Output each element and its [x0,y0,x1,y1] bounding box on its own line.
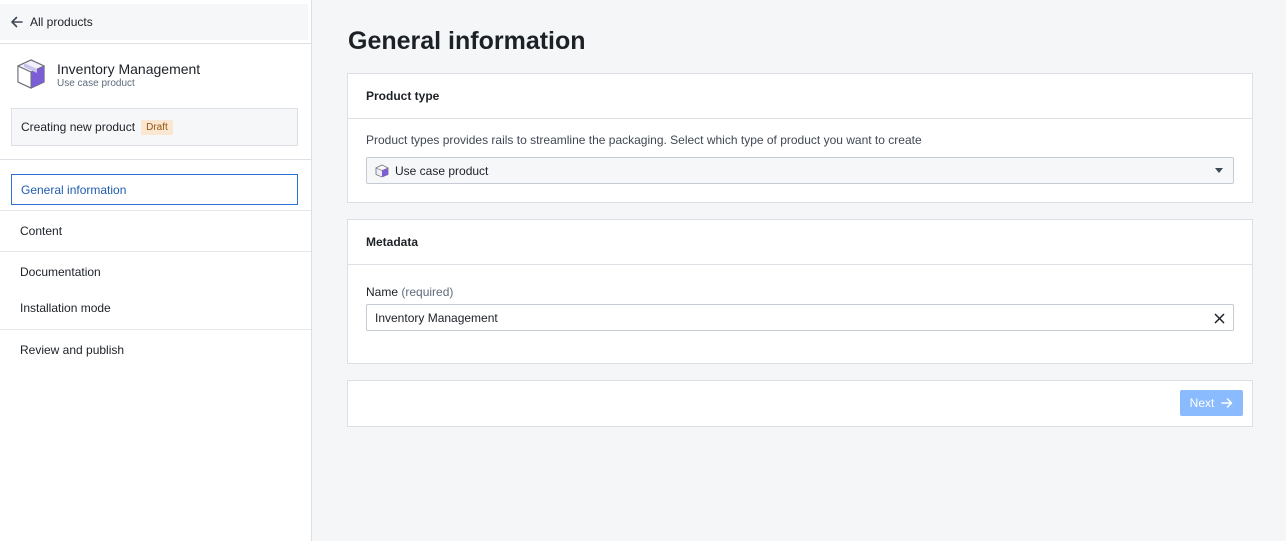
cube-icon [16,59,46,89]
product-type-selected: Use case product [395,163,489,178]
divider [0,159,311,160]
product-type-header: Product type [348,74,1252,119]
next-button[interactable]: Next [1180,390,1243,416]
nav-item-installation-mode[interactable]: Installation mode [11,292,298,323]
required-hint: (required) [401,285,454,299]
product-subtitle: Use case product [57,78,135,89]
next-label: Next [1189,396,1215,410]
page-title: General information [348,27,586,55]
all-products-link[interactable]: All products [0,4,308,40]
nav-item-general-information[interactable]: General information [11,174,298,205]
product-type-select[interactable]: Use case product [366,157,1234,184]
nav-item-review-and-publish[interactable]: Review and publish [11,334,298,365]
nav-divider [0,210,311,211]
nav-divider [0,329,311,330]
name-label-text: Name [366,285,399,299]
nav-divider [0,251,311,252]
metadata-header: Metadata [348,220,1252,265]
all-products-label: All products [30,15,93,29]
nav-item-documentation[interactable]: Documentation [11,256,298,287]
cube-icon [375,164,389,177]
chevron-down-icon [1215,168,1223,173]
name-field-label: Name (required) [366,285,453,299]
product-header: Inventory Management Use case product [15,58,200,90]
arrow-right-icon [1221,398,1233,408]
status-text: Creating new product [21,120,136,134]
arrow-left-icon [11,16,23,28]
clear-icon[interactable] [1211,310,1227,326]
creation-status: Creating new product Draft [11,108,298,146]
product-type-card: Product type Product types provides rail… [347,73,1253,203]
sidebar: All products Inventory Management Use ca… [0,0,312,541]
name-input-value: Inventory Management [375,310,498,325]
product-title: Inventory Management [57,61,201,77]
product-type-description: Product types provides rails to streamli… [366,133,922,147]
metadata-card: Metadata Name (required) Inventory Manag… [347,219,1253,364]
draft-badge: Draft [141,119,173,135]
footer-actions: Next [347,380,1253,427]
nav-item-content[interactable]: Content [11,215,298,246]
divider [0,43,311,44]
name-input[interactable]: Inventory Management [366,304,1234,331]
